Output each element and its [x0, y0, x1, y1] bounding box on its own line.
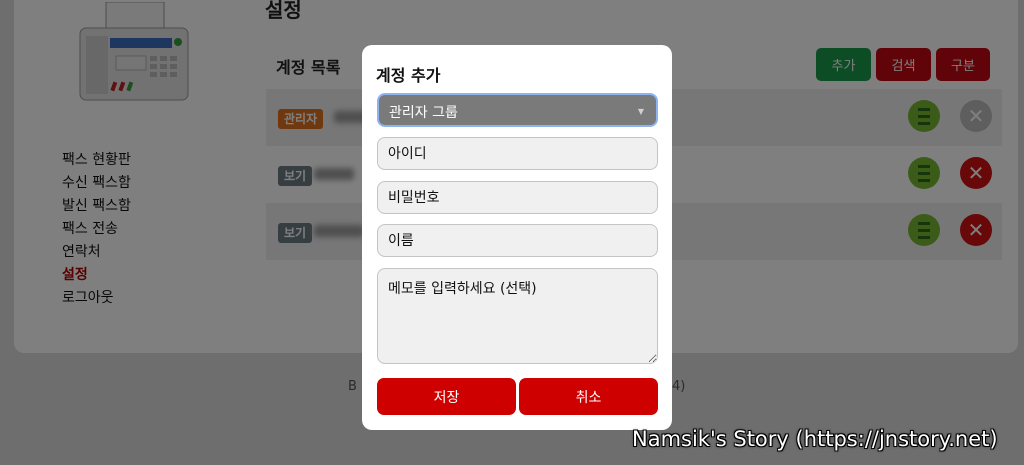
save-button[interactable]: 저장 — [377, 378, 516, 415]
modal-title: 계정 추가 — [376, 66, 441, 85]
chevron-down-icon: ▼ — [637, 107, 644, 116]
watermark: Namsik's Story (https://jnstory.net) — [632, 427, 998, 451]
id-input[interactable] — [377, 137, 658, 170]
cancel-button[interactable]: 취소 — [519, 378, 658, 415]
group-select-value: 관리자 그룹 — [389, 105, 458, 121]
add-account-modal: 계정 추가 관리자 그룹 ▼ 저장 취소 — [362, 45, 672, 430]
name-input[interactable] — [377, 224, 658, 257]
password-input[interactable] — [377, 181, 658, 214]
memo-textarea[interactable] — [377, 268, 658, 364]
group-select[interactable]: 관리자 그룹 ▼ — [377, 93, 658, 127]
